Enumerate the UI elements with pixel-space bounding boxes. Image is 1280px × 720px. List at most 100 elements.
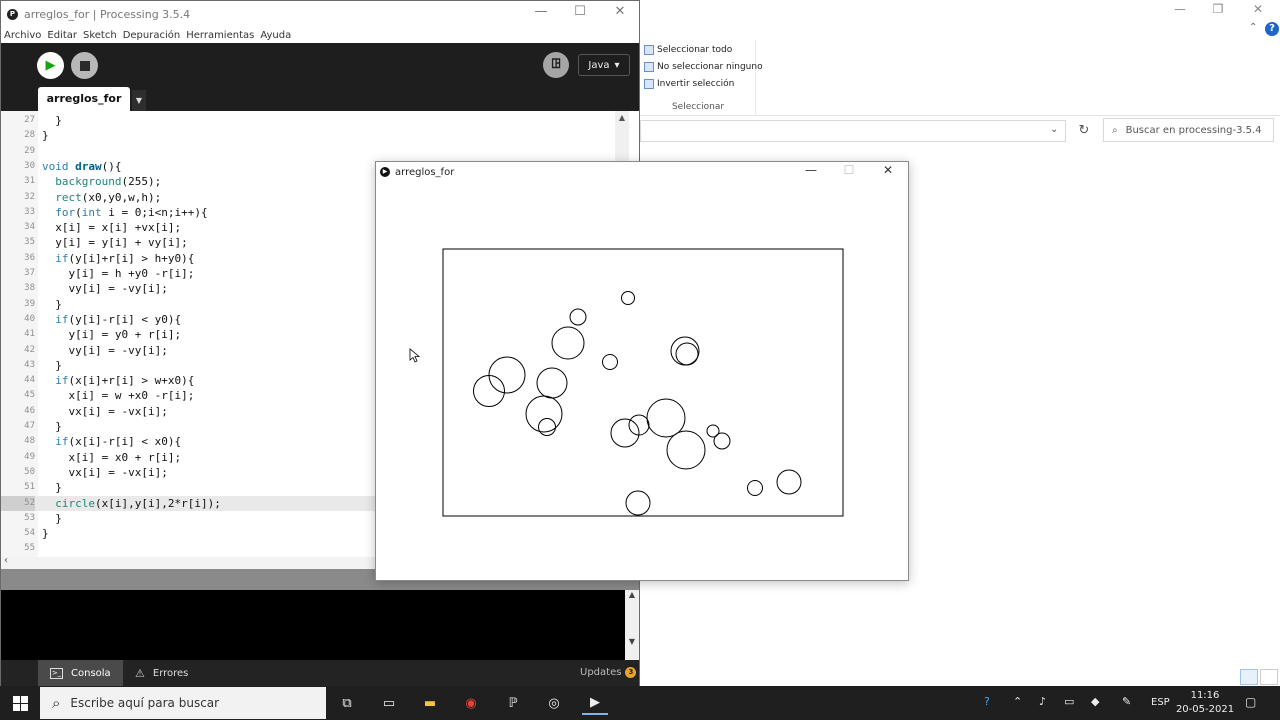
line-number: 37: [24, 268, 35, 278]
collapse-ribbon-icon[interactable]: ⌃: [1249, 22, 1257, 33]
ide-minimize-button[interactable]: —: [526, 4, 556, 19]
scroll-up-icon[interactable]: ▲: [625, 590, 639, 599]
scroll-down-icon[interactable]: ▼: [625, 637, 639, 646]
menu-herramientas[interactable]: Herramientas: [186, 30, 254, 41]
updates-indicator[interactable]: Updates 3: [580, 667, 637, 678]
menu-archivo[interactable]: Archivo: [4, 30, 41, 41]
line-number: 46: [24, 405, 35, 416]
tab-errors[interactable]: ⚠ Errores: [123, 660, 200, 686]
mode-selector[interactable]: Java ▾: [578, 54, 630, 76]
line-number: 30: [24, 160, 35, 171]
select-none-button[interactable]: No seleccionar ninguno: [644, 59, 763, 75]
code-text: x[i] = w +x0 -r[i];: [42, 389, 195, 403]
battery-icon[interactable]: ▭: [1064, 695, 1074, 708]
line-number: 32: [24, 191, 35, 202]
line-number: 35: [24, 237, 35, 248]
code-text: x[i] = x0 + r[i];: [42, 450, 182, 464]
code-text: }: [42, 358, 62, 372]
taskbar-search-input[interactable]: ⌕ Escribe aquí para buscar: [40, 687, 326, 719]
scroll-up-icon[interactable]: ▲: [615, 113, 629, 122]
help-tray-icon[interactable]: ?: [984, 695, 990, 708]
console-scrollbar[interactable]: ▲ ▼: [625, 590, 639, 660]
code-text: y[i] = y[i] + vy[i];: [42, 236, 188, 250]
line-number: 34: [24, 222, 35, 233]
warning-icon: ⚠: [135, 666, 145, 680]
line-number: 39: [24, 298, 35, 309]
show-hidden-icons-icon[interactable]: ⌃: [1013, 695, 1022, 708]
sketch-canvas[interactable]: [376, 162, 908, 580]
processing-logo-icon: P: [7, 8, 18, 20]
clock[interactable]: 11:16 20-05-2021: [1170, 689, 1240, 717]
explorer-close-button[interactable]: ✕: [1243, 2, 1273, 16]
line-number: 27: [24, 115, 35, 125]
clock-time: 11:16: [1190, 690, 1220, 701]
task-view-icon[interactable]: ⧉: [334, 691, 360, 715]
tiles-view-icon[interactable]: [1260, 669, 1278, 685]
menu-ayuda[interactable]: Ayuda: [260, 30, 291, 41]
line-number: 51: [24, 482, 35, 493]
select-all-button[interactable]: Seleccionar todo: [644, 42, 732, 58]
code-text: }: [42, 511, 62, 525]
search-icon: ⌕: [1112, 124, 1118, 136]
details-view-icon[interactable]: [1240, 669, 1258, 685]
ide-close-button[interactable]: ✕: [605, 4, 635, 19]
circle: [602, 354, 618, 370]
code-line[interactable]: 27 }: [1, 113, 615, 128]
debug-button[interactable]: ꖸ: [543, 52, 569, 78]
refresh-icon[interactable]: ↻: [1072, 120, 1096, 142]
code-line[interactable]: 29: [1, 144, 615, 159]
dropbox-icon[interactable]: ◆: [1091, 695, 1099, 708]
line-number: 54: [24, 528, 35, 539]
code-text: rect(x0,y0,w,h);: [55, 190, 162, 204]
explorer-maximize-button[interactable]: ❐: [1203, 2, 1233, 16]
start-button[interactable]: [0, 686, 40, 720]
code-text: vy[i] = -vy[i];: [42, 282, 168, 296]
code-text: vy[i] = -vy[i];: [42, 343, 168, 357]
console-tabbar: >_ Consola ⚠ Errores Updates 3: [1, 660, 639, 686]
bounding-rect: [442, 248, 844, 517]
volume-icon[interactable]: ♪: [1039, 695, 1046, 708]
sketch-window: ▶ arreglos_for — ☐ ✕: [375, 161, 909, 581]
circle: [646, 398, 686, 438]
line-number: 36: [24, 252, 35, 263]
code-line[interactable]: 28}: [1, 128, 615, 143]
tab-console[interactable]: >_ Consola: [38, 660, 123, 686]
code-text: }: [42, 129, 49, 143]
sketch-app-icon[interactable]: ▶: [582, 691, 608, 715]
tab-menu-icon[interactable]: ▼: [132, 90, 146, 111]
mouse-pointer-icon: [409, 348, 421, 363]
pen-icon[interactable]: ✎: [1122, 695, 1131, 708]
invert-selection-icon: [644, 79, 654, 89]
file-explorer-icon[interactable]: ▬: [417, 691, 443, 715]
menu-depuracion[interactable]: Depuración: [123, 30, 181, 41]
code-text: x[i] = x[i] +vx[i];: [42, 221, 182, 235]
ribbon-group-label: Seleccionar: [671, 102, 725, 112]
line-number: 47: [24, 421, 35, 431]
ide-maximize-button[interactable]: ☐: [565, 4, 595, 19]
search-icon: ⌕: [52, 694, 61, 712]
address-dropdown-icon[interactable]: ⌄: [1050, 124, 1058, 135]
explorer-search-input[interactable]: ⌕ Buscar en processing-3.5.4: [1103, 118, 1274, 142]
invert-selection-button[interactable]: Invertir selección: [644, 76, 734, 92]
processing-icon[interactable]: ℙ: [500, 691, 526, 715]
code-text: background(255);: [55, 175, 162, 189]
scroll-left-icon[interactable]: ‹: [4, 555, 8, 566]
address-bar[interactable]: [640, 120, 1066, 142]
help-icon[interactable]: ?: [1265, 22, 1279, 36]
explorer-minimize-button[interactable]: —: [1165, 2, 1195, 16]
circle: [538, 418, 556, 436]
run-button[interactable]: ▶: [37, 52, 64, 79]
clock-date: 20-05-2021: [1175, 704, 1235, 715]
notifications-icon[interactable]: ▢: [1245, 695, 1256, 709]
tab-arreglos-for[interactable]: arreglos_for: [38, 87, 130, 111]
menu-editar[interactable]: Editar: [47, 30, 77, 41]
windows-taskbar: ⌕ Escribe aquí para buscar ⧉ ▭ ▬ ◉ ℙ ◎ ▶…: [0, 686, 1280, 720]
chrome-icon[interactable]: ◉: [458, 691, 484, 715]
ide-tabbar: arreglos_for ▼: [1, 87, 639, 111]
media-app-icon[interactable]: ▭: [376, 691, 402, 715]
line-number: 31: [24, 176, 35, 187]
language-indicator[interactable]: ESP: [1151, 697, 1170, 708]
menu-sketch[interactable]: Sketch: [83, 30, 117, 41]
obs-icon[interactable]: ◎: [541, 691, 567, 715]
stop-button[interactable]: [71, 52, 98, 79]
